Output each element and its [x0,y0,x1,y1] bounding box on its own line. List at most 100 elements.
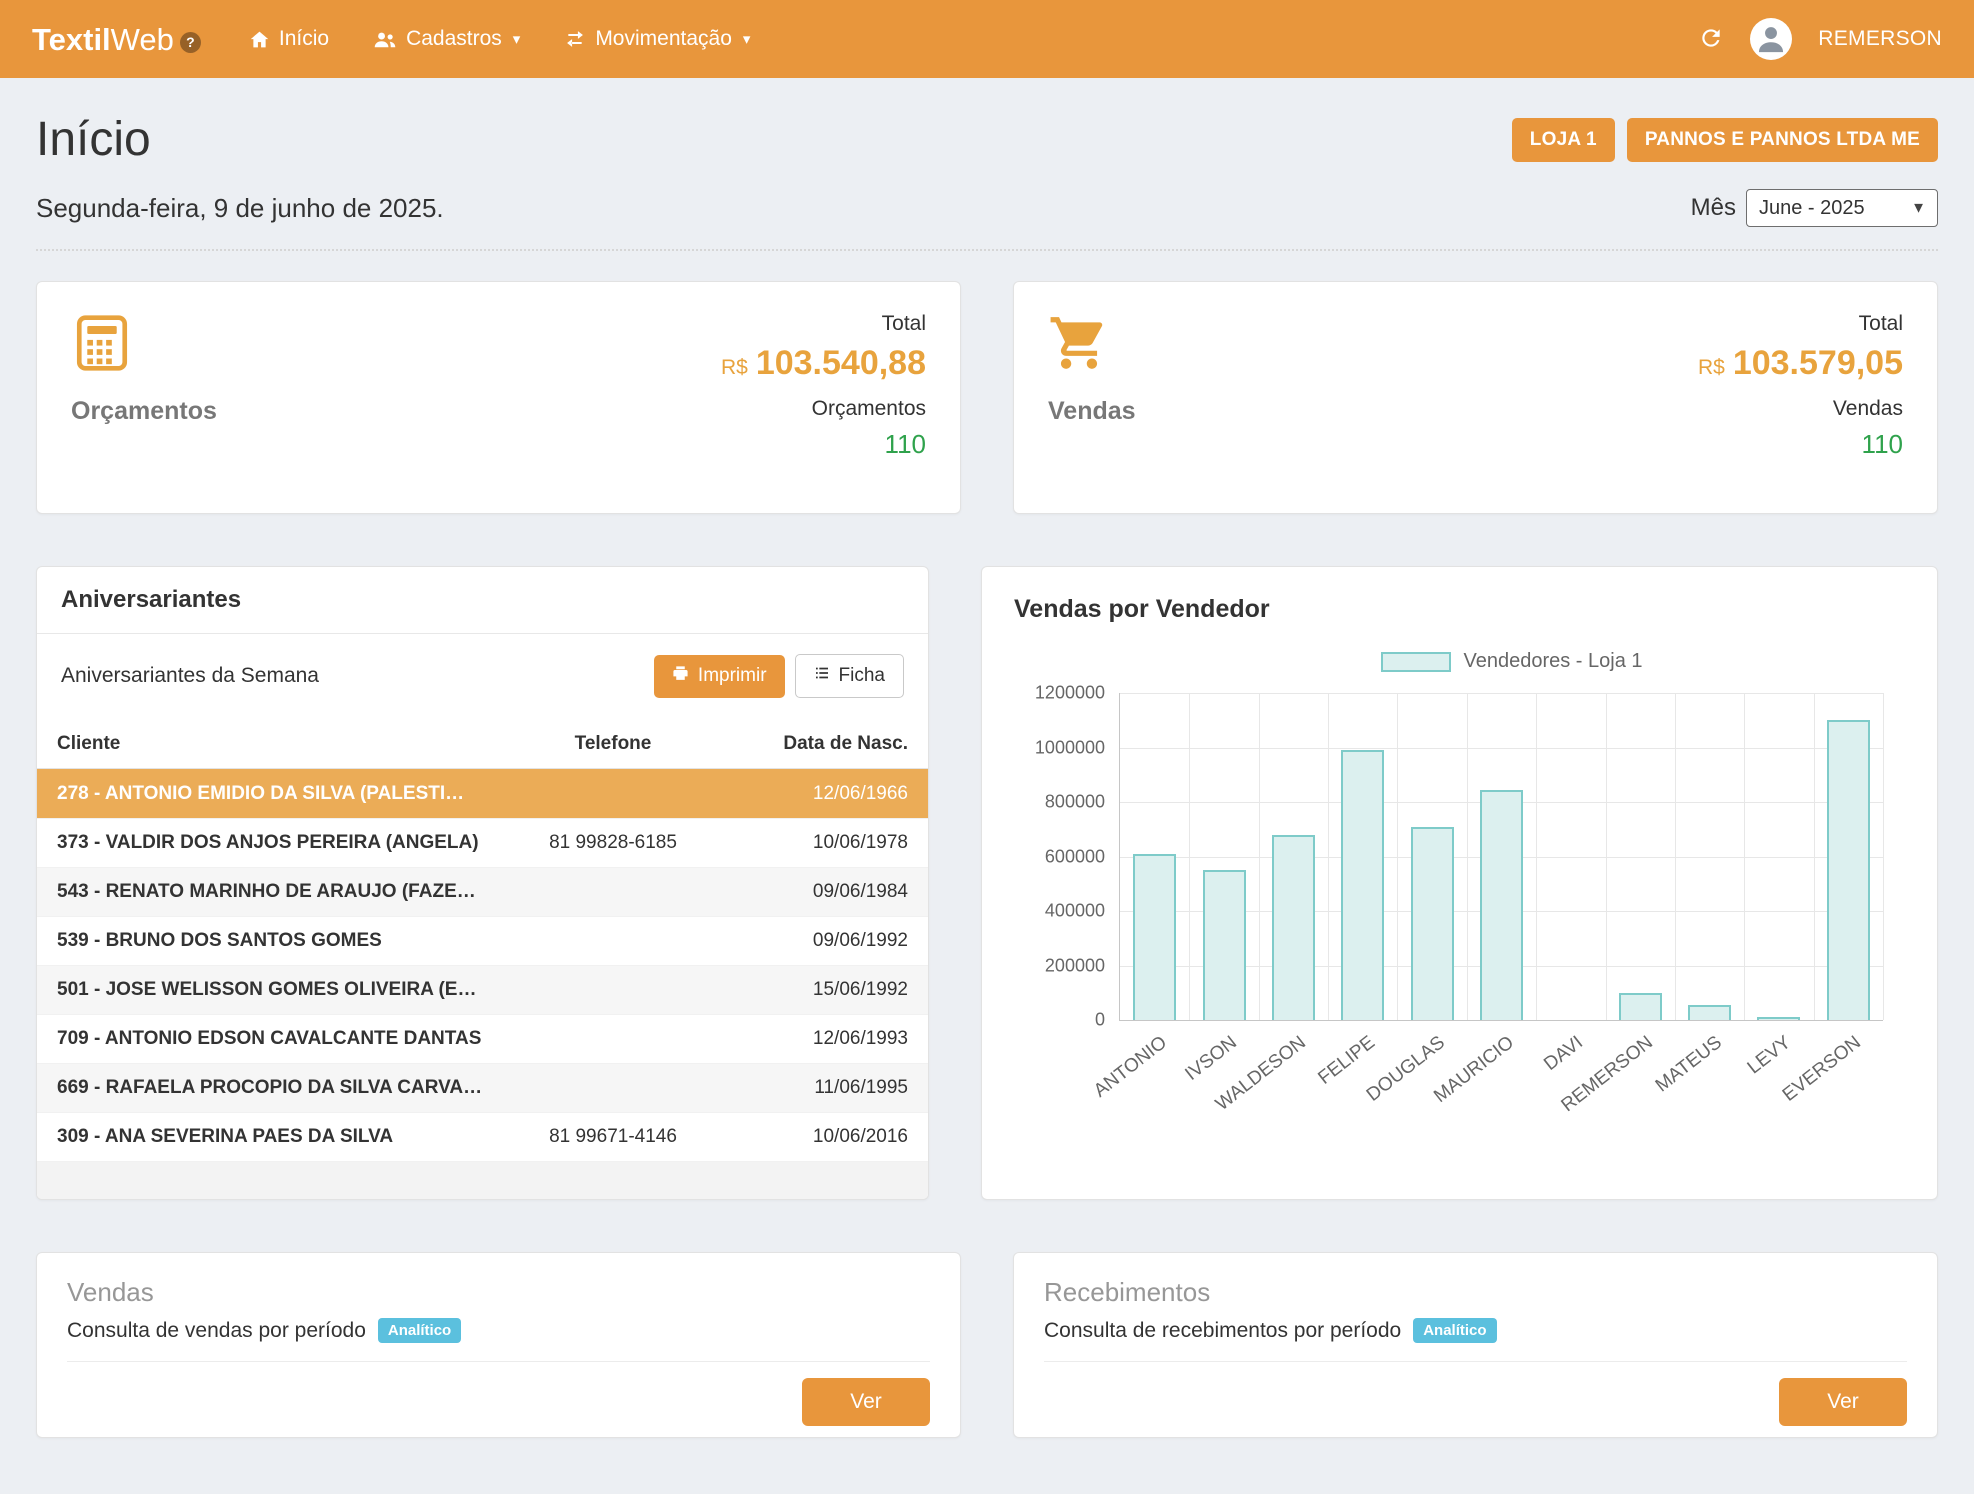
gridline-vertical [1536,693,1537,1020]
total-label: Total [1859,312,1903,336]
table-row[interactable]: 539 - BRUNO DOS SANTOS GOMES 09/06/1992 [37,916,928,965]
recebimentos-report-card: Recebimentos Consulta de recebimentos po… [1013,1252,1938,1438]
count-value: 110 [885,429,926,460]
bottom-row: Vendas Consulta de vendas por período An… [36,1252,1938,1438]
report-subtitle: Consulta de recebimentos por período [1044,1319,1401,1343]
birthdays-title: Aniversariantes [37,567,928,634]
report-divider [1044,1361,1907,1362]
help-icon[interactable]: ? [180,32,201,53]
x-tick-label: LEVY [1744,1032,1796,1079]
gridline-vertical [1397,693,1398,1020]
gridline-horizontal [1120,748,1883,749]
vendas-report-card: Vendas Consulta de vendas por período An… [36,1252,961,1438]
column-cliente: Cliente [37,733,498,755]
birthdate-cell: 15/06/1992 [728,979,928,1001]
table-row[interactable]: 669 - RAFAELA PROCOPIO DA SILVA CARVA…11… [37,1063,928,1112]
column-data-nasc: Data de Nasc. [728,733,928,755]
y-tick-label: 800000 [1045,792,1105,813]
table-row[interactable]: 709 - ANTONIO EDSON CAVALCANTE DANTAS12/… [37,1014,928,1063]
chart-y-axis: 020000040000060000080000010000001200000 [1014,693,1119,1021]
list-icon [814,665,830,687]
ver-vendas-button[interactable]: Ver [802,1378,930,1426]
refresh-button[interactable] [1698,25,1724,54]
client-cell: 709 - ANTONIO EDSON CAVALCANTE DANTAS [37,1028,498,1050]
analitico-badge: Analítico [378,1318,461,1343]
chart-plot: ANTONIOIVSONWALDESONFELIPEDOUGLASMAURICI… [1119,693,1883,1021]
client-cell: 539 - BRUNO DOS SANTOS GOMES [37,930,498,952]
table-row[interactable]: 543 - RENATO MARINHO DE ARAUJO (FAZE… 09/… [37,867,928,916]
imprimir-button[interactable]: Imprimir [654,655,785,698]
x-tick-label: ANTONIO [1090,1032,1171,1102]
table-row[interactable]: 373 - VALDIR DOS ANJOS PEREIRA (ANGELA)8… [37,818,928,867]
brand-text: TextilWeb [32,24,174,55]
chart-legend[interactable]: Vendedores - Loja 1 [1014,650,1905,673]
total-amount: 103.579,05 [1733,344,1903,383]
chart-bar [1203,870,1246,1020]
legend-swatch [1381,652,1451,672]
table-row[interactable]: 501 - JOSE WELISSON GOMES OLIVEIRA (E…15… [37,965,928,1014]
nav-label: Início [279,27,329,51]
vendas-card: Vendas Total R$ 103.579,05 Vendas 110 [1013,281,1938,514]
client-cell: 543 - RENATO MARINHO DE ARAUJO (FAZE… [37,881,498,903]
analitico-badge: Analítico [1413,1318,1496,1343]
gridline-vertical [1606,693,1607,1020]
chart-bar [1757,1017,1800,1020]
table-row[interactable]: 309 - ANA SEVERINA PAES DA SILVA81 99671… [37,1112,928,1161]
summary-card-name: Vendas [1048,397,1136,426]
chart-bar [1688,1005,1731,1020]
user-name[interactable]: REMERSON [1818,27,1942,51]
summary-card-name: Orçamentos [71,397,217,426]
printer-icon [672,665,689,688]
gridline-vertical [1883,693,1884,1020]
brand-logo[interactable]: TextilWeb ? [32,24,201,55]
birthdate-cell: 10/06/2016 [728,1126,928,1148]
phone-cell: 81 99828-6185 [498,832,728,854]
header-buttons: LOJA 1 PANNOS E PANNOS LTDA ME [1512,118,1938,162]
ficha-label: Ficha [839,665,885,687]
nav-item-inicio[interactable]: Início [249,27,329,51]
table-row-partial[interactable] [37,1161,928,1200]
legend-label: Vendedores - Loja 1 [1463,650,1642,673]
report-title: Recebimentos [1044,1277,1907,1308]
nav-item-cadastros[interactable]: Cadastros ▾ [373,27,520,51]
month-select[interactable]: June - 2025 [1746,189,1938,227]
report-title: Vendas [67,1277,930,1308]
y-tick-label: 400000 [1045,901,1105,922]
chevron-down-icon: ▾ [743,30,751,48]
chart-bar [1619,993,1662,1020]
store-button[interactable]: LOJA 1 [1512,118,1615,162]
birthdate-cell: 09/06/1984 [728,881,928,903]
count-label: Vendas [1833,397,1903,421]
header-divider [36,249,1938,251]
ver-recebimentos-button[interactable]: Ver [1779,1378,1907,1426]
nav-label: Movimentação [595,27,732,51]
x-tick-label: DAVI [1540,1032,1587,1076]
client-cell: 373 - VALDIR DOS ANJOS PEREIRA (ANGELA) [37,832,498,854]
y-tick-label: 0 [1095,1010,1105,1031]
client-cell: 278 - ANTONIO EMIDIO DA SILVA (PALESTI… [37,783,498,805]
home-icon [249,29,270,50]
client-cell: 669 - RAFAELA PROCOPIO DA SILVA CARVA… [37,1077,498,1099]
chart-title: Vendas por Vendedor [1014,595,1905,624]
avatar[interactable] [1750,18,1792,60]
table-header: Cliente Telefone Data de Nasc. [37,718,928,769]
table-row[interactable]: 278 - ANTONIO EMIDIO DA SILVA (PALESTI…1… [37,769,928,818]
birthdate-cell: 09/06/1992 [728,930,928,952]
chart-bar [1272,835,1315,1020]
bar-chart: 020000040000060000080000010000001200000 … [1014,693,1883,1021]
column-telefone: Telefone [498,733,728,755]
users-icon [373,29,397,50]
transfer-icon [564,29,586,49]
gridline-vertical [1675,693,1676,1020]
nav-item-movimentacao[interactable]: Movimentação ▾ [564,27,750,51]
page-date: Segunda-feira, 9 de junho de 2025. [36,193,444,224]
month-label: Mês [1691,194,1736,222]
cart-icon [1048,312,1136,397]
chevron-down-icon: ▾ [513,30,521,48]
chart-bar [1411,827,1454,1020]
company-button[interactable]: PANNOS E PANNOS LTDA ME [1627,118,1938,162]
month-filter: Mês June - 2025 ▼ [1691,189,1938,227]
summary-row: Orçamentos Total R$ 103.540,88 Orçamento… [36,281,1938,514]
ficha-button[interactable]: Ficha [795,654,904,698]
chart-bar [1341,750,1384,1020]
